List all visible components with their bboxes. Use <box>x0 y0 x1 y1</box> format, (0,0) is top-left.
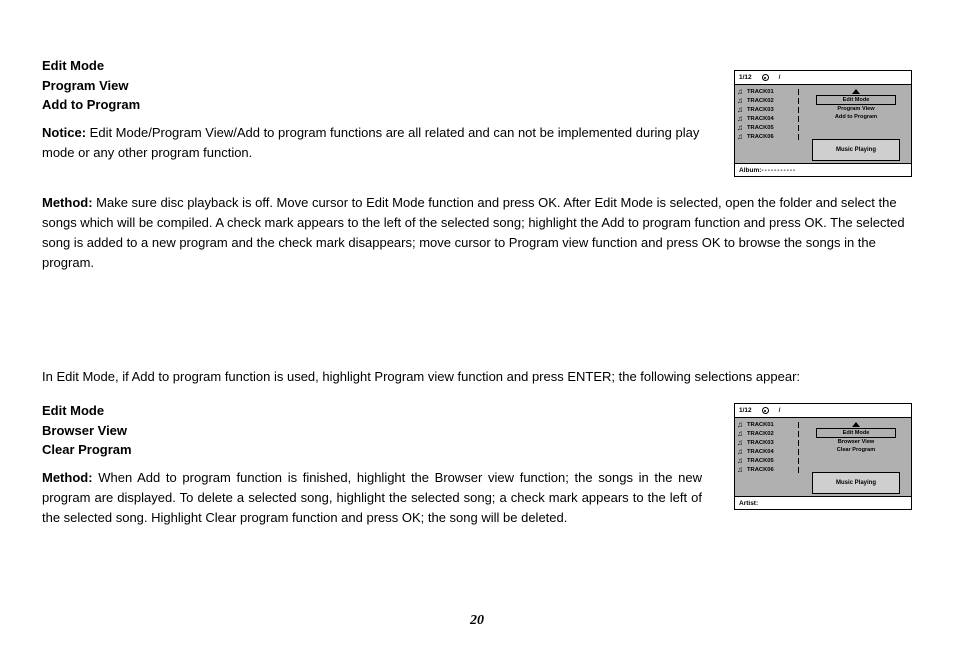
music-note-icon <box>737 466 744 474</box>
section2-heading: Edit Mode Browser View Clear Program <box>42 401 702 460</box>
menu-item-browser-view[interactable]: Browser View <box>805 438 907 446</box>
track-row: TRACK04 <box>737 448 799 456</box>
heading-line: Edit Mode <box>42 56 702 76</box>
music-note-icon <box>737 421 744 429</box>
menu-item-add-to-program[interactable]: Add to Program <box>805 113 907 121</box>
device-header: 1/12 / <box>735 71 911 85</box>
track-row: TRACK02 <box>737 430 799 438</box>
music-note-icon <box>737 448 744 456</box>
music-note-icon <box>737 106 744 114</box>
disc-icon <box>762 407 769 414</box>
music-note-icon <box>737 457 744 465</box>
tick-indicator <box>798 116 799 122</box>
tick-indicator <box>798 449 799 455</box>
track-label: TRACK01 <box>747 422 774 428</box>
footer-label: Album: <box>739 167 761 174</box>
menu-item-program-view[interactable]: Program View <box>805 105 907 113</box>
track-counter: 1/12 <box>739 407 752 414</box>
method-label: Method: <box>42 195 93 210</box>
transition-paragraph: In Edit Mode, if Add to program function… <box>42 367 912 387</box>
track-label: TRACK06 <box>747 134 774 140</box>
notice-label: Notice: <box>42 125 86 140</box>
page-number: 20 <box>0 613 954 629</box>
track-row: TRACK03 <box>737 439 799 447</box>
track-row: TRACK05 <box>737 124 799 132</box>
track-row: TRACK04 <box>737 115 799 123</box>
track-row: TRACK06 <box>737 466 799 474</box>
device-panel-2: 1/12 / TRACK01 TRACK02 TRACK03 TRACK04 T… <box>734 403 912 510</box>
music-note-icon <box>737 124 744 132</box>
tick-indicator <box>798 440 799 446</box>
tick-indicator <box>798 125 799 131</box>
triangle-up-icon <box>852 89 860 94</box>
notice-text: Edit Mode/Program View/Add to program fu… <box>42 125 699 160</box>
method-text: When Add to program function is finished… <box>42 470 702 525</box>
menu-item-clear-program[interactable]: Clear Program <box>805 446 907 454</box>
music-note-icon <box>737 97 744 105</box>
music-note-icon <box>737 115 744 123</box>
tick-indicator <box>798 89 799 95</box>
track-row: TRACK01 <box>737 88 799 96</box>
tick-indicator <box>798 467 799 473</box>
device-footer: Artist: <box>735 496 911 509</box>
track-label: TRACK02 <box>747 431 774 437</box>
menu-item-edit-mode[interactable]: Edit Mode <box>816 95 896 105</box>
music-note-icon <box>737 439 744 447</box>
track-label: TRACK03 <box>747 107 774 113</box>
music-note-icon <box>737 133 744 141</box>
music-note-icon <box>737 88 744 96</box>
track-label: TRACK04 <box>747 449 774 455</box>
status-box: Music Playing <box>812 472 900 494</box>
device-footer: Album:----------- <box>735 163 911 176</box>
heading-line: Clear Program <box>42 440 702 460</box>
track-label: TRACK05 <box>747 125 774 131</box>
footer-label: Artist: <box>739 500 758 507</box>
section1-heading: Edit Mode Program View Add to Program <box>42 56 702 115</box>
status-box: Music Playing <box>812 139 900 161</box>
footer-value: ----------- <box>761 167 796 174</box>
tick-indicator <box>798 107 799 113</box>
tick-indicator <box>798 458 799 464</box>
track-label: TRACK06 <box>747 467 774 473</box>
heading-line: Browser View <box>42 421 702 441</box>
track-row: TRACK02 <box>737 97 799 105</box>
method-text: Make sure disc playback is off. Move cur… <box>42 195 905 270</box>
track-label: TRACK04 <box>747 116 774 122</box>
slash-separator: / <box>779 407 781 414</box>
track-counter: 1/12 <box>739 74 752 81</box>
music-note-icon <box>737 430 744 438</box>
tick-indicator <box>798 431 799 437</box>
track-label: TRACK02 <box>747 98 774 104</box>
slash-separator: / <box>779 74 781 81</box>
track-label: TRACK05 <box>747 458 774 464</box>
track-list: TRACK01 TRACK02 TRACK03 TRACK04 TRACK05 … <box>735 418 801 496</box>
track-row: TRACK06 <box>737 133 799 141</box>
track-row: TRACK01 <box>737 421 799 429</box>
method-label: Method: <box>42 470 93 485</box>
track-label: TRACK01 <box>747 89 774 95</box>
menu-item-edit-mode[interactable]: Edit Mode <box>816 428 896 438</box>
track-label: TRACK03 <box>747 440 774 446</box>
tick-indicator <box>798 98 799 104</box>
tick-indicator <box>798 422 799 428</box>
disc-icon <box>762 74 769 81</box>
triangle-up-icon <box>852 422 860 427</box>
method-paragraph-2: Method: When Add to program function is … <box>42 468 702 528</box>
device-panel-1: 1/12 / TRACK01 TRACK02 TRACK03 TRACK04 T… <box>734 70 912 177</box>
heading-line: Add to Program <box>42 95 702 115</box>
menu-column: Edit Mode Program View Add to Program Mu… <box>801 85 911 163</box>
track-row: TRACK03 <box>737 106 799 114</box>
notice-paragraph: Notice: Edit Mode/Program View/Add to pr… <box>42 123 702 163</box>
track-list: TRACK01 TRACK02 TRACK03 TRACK04 TRACK05 … <box>735 85 801 163</box>
heading-line: Edit Mode <box>42 401 702 421</box>
method-paragraph-1: Method: Make sure disc playback is off. … <box>42 193 912 274</box>
tick-indicator <box>798 134 799 140</box>
device-header: 1/12 / <box>735 404 911 418</box>
menu-column: Edit Mode Browser View Clear Program Mus… <box>801 418 911 496</box>
track-row: TRACK05 <box>737 457 799 465</box>
heading-line: Program View <box>42 76 702 96</box>
